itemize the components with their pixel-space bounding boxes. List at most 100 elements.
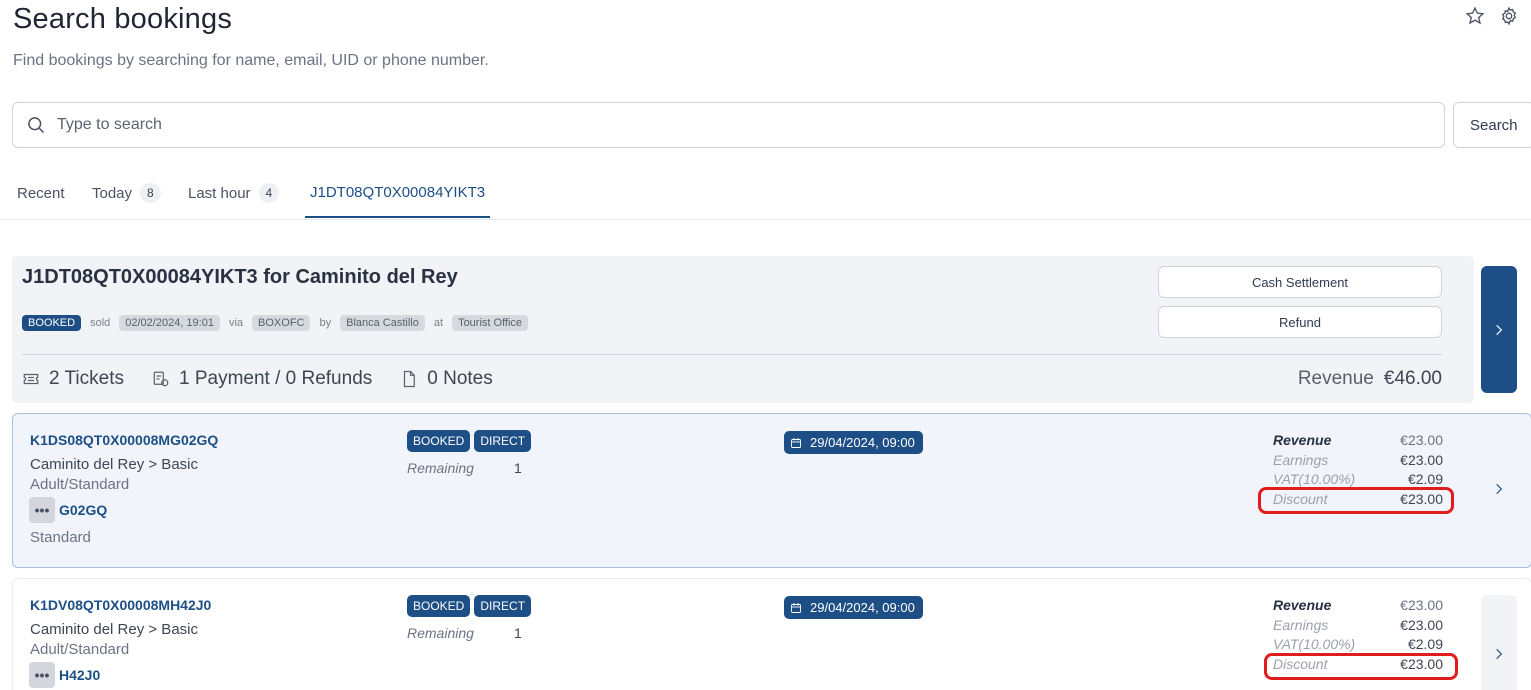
remaining-value: 1	[514, 625, 522, 641]
ticket-variant: Adult/Standard	[30, 476, 130, 493]
booking-meta: BOOKED sold 02/02/2024, 19:01 via BOXOFC…	[22, 315, 529, 331]
search-button[interactable]: Search	[1453, 102, 1531, 148]
discount-highlight	[1258, 487, 1454, 514]
earnings-label: Earnings	[1273, 452, 1329, 468]
more-dots-icon[interactable]: •••	[29, 497, 55, 523]
ticket-status-badge: BOOKED	[407, 430, 471, 452]
remaining-label: Remaining	[407, 625, 474, 641]
payments-stat[interactable]: 1 Payment / 0 Refunds	[152, 368, 372, 390]
page-title: Search bookings	[13, 3, 233, 35]
note-icon	[404, 370, 416, 388]
by-label: by	[319, 317, 332, 329]
search-box	[12, 102, 1445, 148]
vat-value: €2.09	[1407, 636, 1443, 652]
tab-label: J1DT08QT0X00084YIKT3	[310, 183, 486, 201]
earnings-value: €23.00	[1400, 617, 1443, 633]
refund-button[interactable]: Refund	[1158, 306, 1442, 338]
ticket-revenue-row: Revenue €23.00	[1273, 597, 1443, 613]
ticket-badges: BOOKED DIRECT	[407, 595, 532, 617]
ticket-date-badge: 29/04/2024, 09:00	[784, 596, 923, 619]
remaining-value: 1	[514, 460, 522, 476]
divider	[22, 354, 1442, 355]
ticket-product: Caminito del Rey > Basic	[30, 621, 198, 638]
notes-count: 0 Notes	[427, 368, 493, 389]
revenue-label: Revenue	[1297, 368, 1374, 389]
tickets-count: 2 Tickets	[49, 368, 124, 389]
search-input[interactable]	[57, 116, 1257, 134]
ticket-revenue-row: Revenue €23.00	[1273, 432, 1443, 448]
ticket-icon	[23, 373, 39, 385]
tab-last-hour[interactable]: Last hour 4	[188, 168, 280, 218]
tab-label: Recent	[17, 184, 65, 202]
tab-count-badge: 8	[140, 183, 161, 203]
ticket-vat-row: VAT(10.00%) €2.09	[1273, 636, 1443, 652]
seller-chip: Blanca Castillo	[340, 315, 425, 331]
booking-summary: J1DT08QT0X00084YIKT3 for Caminito del Re…	[12, 256, 1474, 403]
booking-status-badge: BOOKED	[22, 315, 82, 331]
ticket-seat: ••• H42J0	[29, 662, 100, 688]
ticket-card[interactable]: K1DS08QT0X00008MG02GQ Caminito del Rey >…	[12, 413, 1531, 568]
seat-code: G02GQ	[59, 502, 108, 518]
at-label: at	[433, 317, 444, 329]
remaining-label: Remaining	[407, 460, 474, 476]
ticket-open-button[interactable]	[1481, 595, 1517, 690]
via-label: via	[228, 317, 244, 329]
location-chip: Tourist Office	[452, 315, 529, 331]
chevron-right-icon	[1496, 648, 1503, 660]
calendar-icon	[791, 437, 801, 448]
tab-bar: Recent Today 8 Last hour 4 J1DT08QT0X000…	[0, 168, 1531, 220]
ticket-seat: ••• G02GQ	[29, 497, 107, 523]
ticket-earnings-row: Earnings €23.00	[1273, 452, 1443, 468]
notes-stat[interactable]: 0 Notes	[400, 368, 493, 390]
calendar-icon	[791, 602, 801, 613]
more-dots-icon[interactable]: •••	[29, 662, 55, 688]
revenue-value: €46.00	[1383, 368, 1442, 389]
seat-type: Standard	[30, 529, 91, 546]
booking-title: J1DT08QT0X00084YIKT3 for Caminito del Re…	[22, 266, 458, 288]
tab-today[interactable]: Today 8	[92, 168, 161, 218]
revenue-label: Revenue	[1273, 597, 1332, 613]
revenue-label: Revenue	[1273, 432, 1332, 448]
ticket-code[interactable]: K1DS08QT0X00008MG02GQ	[30, 432, 218, 448]
channel-chip: BOXOFC	[252, 315, 311, 331]
ticket-channel-badge: DIRECT	[474, 430, 532, 452]
ticket-status-badge: BOOKED	[407, 595, 471, 617]
booking-open-button[interactable]	[1481, 266, 1517, 393]
sold-date-chip: 02/02/2024, 19:01	[119, 315, 220, 331]
ticket-vat-row: VAT(10.00%) €2.09	[1273, 471, 1443, 487]
earnings-value: €23.00	[1400, 452, 1443, 468]
revenue-value: €23.00	[1400, 432, 1443, 448]
ticket-earnings-row: Earnings €23.00	[1273, 617, 1443, 633]
ticket-date-badge: 29/04/2024, 09:00	[784, 431, 923, 454]
star-icon[interactable]	[1465, 6, 1485, 26]
discount-highlight	[1264, 653, 1458, 680]
top-actions	[1465, 6, 1519, 26]
search-icon	[28, 117, 45, 134]
tab-count-badge: 4	[258, 183, 280, 203]
revenue-value: €23.00	[1400, 597, 1443, 613]
gear-icon[interactable]	[1499, 6, 1519, 26]
vat-value: €2.09	[1407, 471, 1443, 487]
ticket-card[interactable]: K1DV08QT0X00008MH42J0 Caminito del Rey >…	[12, 578, 1531, 690]
cash-settlement-button[interactable]: Cash Settlement	[1158, 266, 1442, 298]
booking-stats: 2 Tickets 1 Payment / 0 Refunds 0 Notes	[22, 368, 521, 390]
tab-booking-result[interactable]: J1DT08QT0X00084YIKT3	[305, 168, 491, 218]
booking-revenue: Revenue €46.00	[1298, 368, 1442, 390]
sold-label: sold	[90, 317, 111, 329]
chevron-right-icon	[1496, 324, 1503, 335]
ticket-open-button[interactable]	[1481, 426, 1517, 551]
ticket-product: Caminito del Rey > Basic	[30, 456, 198, 473]
seat-code: H42J0	[59, 667, 101, 683]
tickets-stat[interactable]: 2 Tickets	[22, 368, 124, 390]
ticket-date: 29/04/2024, 09:00	[810, 435, 915, 450]
ticket-channel-badge: DIRECT	[474, 595, 532, 617]
ticket-variant: Adult/Standard	[30, 641, 130, 658]
payments-count: 1 Payment / 0 Refunds	[178, 368, 373, 389]
ticket-code[interactable]: K1DV08QT0X00008MH42J0	[30, 597, 211, 613]
chevron-right-icon	[1496, 483, 1503, 494]
tab-recent[interactable]: Recent	[17, 168, 65, 218]
tab-label: Today	[92, 184, 133, 202]
vat-label: VAT(10.00%)	[1273, 636, 1356, 652]
ticket-badges: BOOKED DIRECT	[407, 430, 532, 452]
ticket-date: 29/04/2024, 09:00	[810, 600, 915, 615]
